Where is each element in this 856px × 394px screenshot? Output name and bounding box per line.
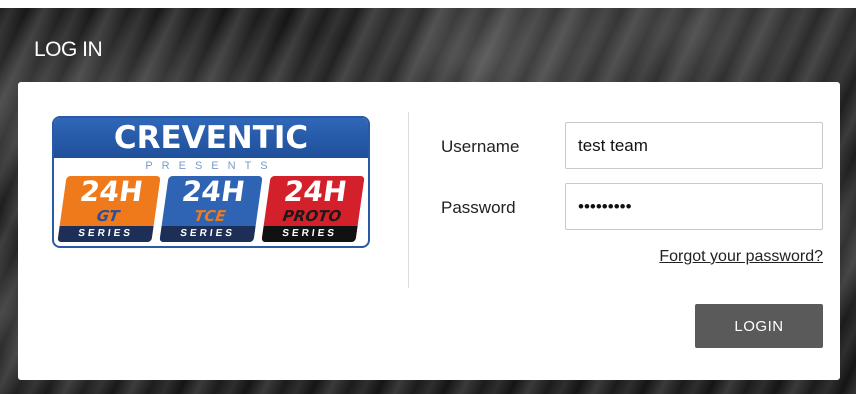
password-input[interactable] <box>565 183 823 230</box>
username-input[interactable] <box>565 122 823 169</box>
username-label: Username <box>441 137 520 156</box>
badge-title: 24H <box>179 176 247 208</box>
forgot-password-link[interactable]: Forgot your password? <box>659 248 823 266</box>
badge-title: 24H <box>77 176 145 208</box>
badge-series: SERIES <box>57 226 154 242</box>
badge-subtitle: TCE <box>193 207 228 225</box>
badge-series: SERIES <box>261 226 358 242</box>
badge-series: SERIES <box>159 226 256 242</box>
badge-24h-tce: 24H TCE SERIES <box>159 176 263 242</box>
vertical-divider <box>408 112 409 288</box>
badge-subtitle: PROTO <box>281 207 343 225</box>
creventic-logo: CREVENTIC PRESENTS 24H GT SERIES 24H TCE… <box>52 116 370 248</box>
badge-24h-gt: 24H GT SERIES <box>57 176 161 242</box>
password-label: Password <box>441 198 516 217</box>
login-panel: CREVENTIC PRESENTS 24H GT SERIES 24H TCE… <box>18 82 840 380</box>
badge-subtitle: GT <box>95 207 121 225</box>
logo-brand: CREVENTIC <box>54 118 368 158</box>
page-title: LOG IN <box>34 38 103 61</box>
badge-24h-proto: 24H PROTO SERIES <box>261 176 365 242</box>
badge-title: 24H <box>281 176 349 208</box>
login-button[interactable]: LOGIN <box>695 304 823 348</box>
logo-presents: PRESENTS <box>145 160 277 172</box>
top-edge <box>0 0 856 8</box>
